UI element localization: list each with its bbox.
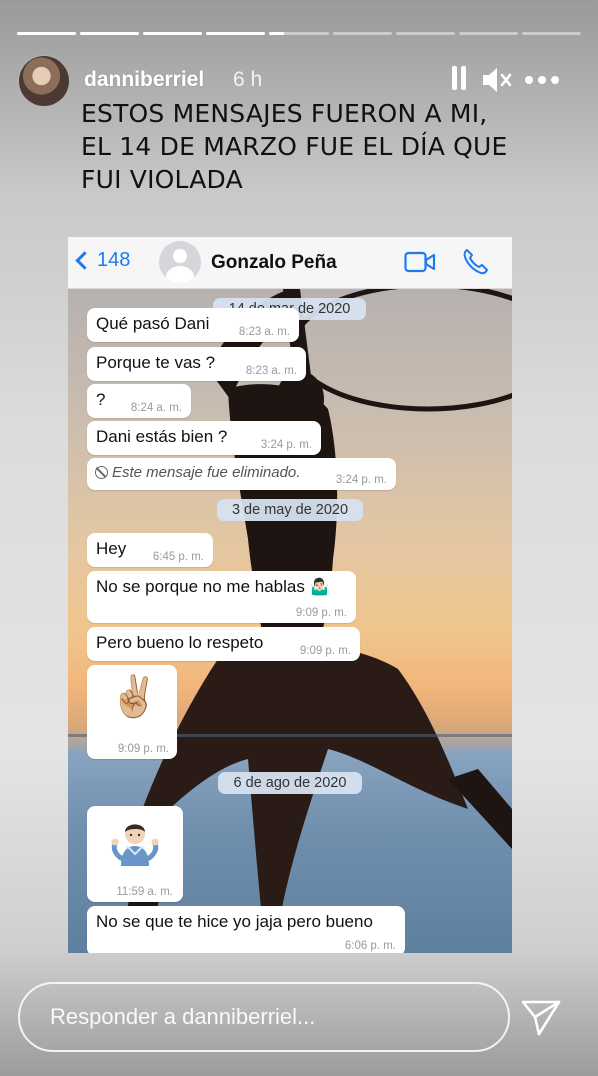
- person-shrugging-emoji: [111, 824, 159, 866]
- video-call-icon[interactable]: [404, 251, 436, 273]
- avatar[interactable]: [18, 55, 70, 107]
- message-bubble: Dani estás bien ? 3:24 p. m.: [87, 421, 321, 455]
- victory-hand-emoji: ✌🏼: [109, 675, 159, 719]
- message-bubble: Hey 6:45 p. m.: [87, 533, 213, 567]
- message-time: 3:24 p. m.: [260, 439, 312, 451]
- date-separator: 3 de may de 2020: [217, 499, 363, 521]
- progress-segment: [269, 32, 329, 35]
- message-time: 8:23 a. m.: [238, 326, 290, 338]
- progress-segment: [521, 32, 581, 35]
- message-time: 8:23 a. m.: [245, 365, 297, 377]
- back-button[interactable]: 148: [75, 249, 131, 272]
- message-text-content: No se porque no me hablas: [96, 577, 305, 596]
- chat-screenshot: 148 Gonzalo Peña 14 de mar de 2020 Qué p…: [68, 237, 512, 953]
- unread-count: 148: [97, 249, 131, 271]
- message-text: Qué pasó Dani: [96, 314, 210, 333]
- message-text: ?: [96, 390, 106, 409]
- username[interactable]: danniberriel: [84, 68, 204, 92]
- contact-avatar[interactable]: [159, 241, 201, 283]
- story-progress: [17, 32, 581, 36]
- message-text: Hey: [96, 539, 127, 558]
- message-time: 11:59 a. m.: [116, 886, 173, 898]
- progress-segment: [332, 32, 392, 35]
- message-text: Dani estás bien ?: [96, 427, 228, 446]
- message-time: 6:45 p. m.: [152, 551, 204, 563]
- message-time: 3:24 p. m.: [335, 474, 387, 486]
- message-bubble: No se que te hice yo jaja pero bueno 6:0…: [87, 906, 405, 953]
- message-text: No se porque no me hablas 🤷🏻‍♂️: [96, 577, 330, 597]
- reply-bar: [18, 982, 510, 1052]
- story-caption: ESTOS MENSAJES FUERON A MI, EL 14 DE MAR…: [81, 99, 508, 194]
- speaker-muted-icon[interactable]: [480, 65, 514, 95]
- message-time: 8:24 a. m.: [130, 402, 182, 414]
- date-separator: 6 de ago de 2020: [218, 772, 362, 794]
- message-time: 9:09 p. m.: [299, 645, 351, 657]
- progress-segment: [395, 32, 455, 35]
- message-bubble: No se porque no me hablas 🤷🏻‍♂️ 9:09 p. …: [87, 571, 356, 623]
- message-bubble: ? 8:24 a. m.: [87, 384, 191, 418]
- chevron-left-icon: [75, 251, 94, 270]
- message-time: 9:09 p. m.: [295, 607, 347, 619]
- send-icon[interactable]: [520, 996, 562, 1038]
- deleted-text: Este mensaje fue eliminado.: [112, 464, 301, 481]
- deleted-message-icon: [95, 466, 108, 479]
- progress-segment: [143, 32, 203, 35]
- contact-name[interactable]: Gonzalo Peña: [211, 252, 337, 274]
- message-text: No se que te hice yo jaja pero bueno: [96, 912, 373, 931]
- deleted-message: Este mensaje fue eliminado. 3:24 p. m.: [87, 458, 396, 490]
- emoji-message: 11:59 a. m.: [87, 806, 183, 902]
- phone-call-icon[interactable]: [462, 248, 488, 276]
- deleted-label: Este mensaje fue eliminado.: [95, 464, 300, 481]
- reply-input[interactable]: [50, 1002, 480, 1032]
- man-shrugging-emoji: 🤷🏻‍♂️: [309, 579, 330, 596]
- message-time: 9:09 p. m.: [117, 743, 169, 755]
- message-bubble: Porque te vas ? 8:23 a. m.: [87, 347, 306, 381]
- progress-segment: [206, 32, 266, 35]
- message-bubble: Pero bueno lo respeto 9:09 p. m.: [87, 627, 360, 661]
- emoji-message: ✌🏼 9:09 p. m.: [87, 665, 177, 759]
- progress-segment: [17, 32, 77, 35]
- message-time: 6:06 p. m.: [344, 940, 396, 952]
- message-text: Pero bueno lo respeto: [96, 633, 264, 652]
- message-bubble: Qué pasó Dani 8:23 a. m.: [87, 308, 299, 342]
- progress-segment: [458, 32, 518, 35]
- more-icon[interactable]: [524, 65, 560, 95]
- pause-icon[interactable]: [450, 65, 468, 91]
- message-text: Porque te vas ?: [96, 353, 216, 372]
- chat-header: 148 Gonzalo Peña: [68, 237, 512, 289]
- time-ago: 6 h: [233, 68, 263, 91]
- progress-segment: [80, 32, 140, 35]
